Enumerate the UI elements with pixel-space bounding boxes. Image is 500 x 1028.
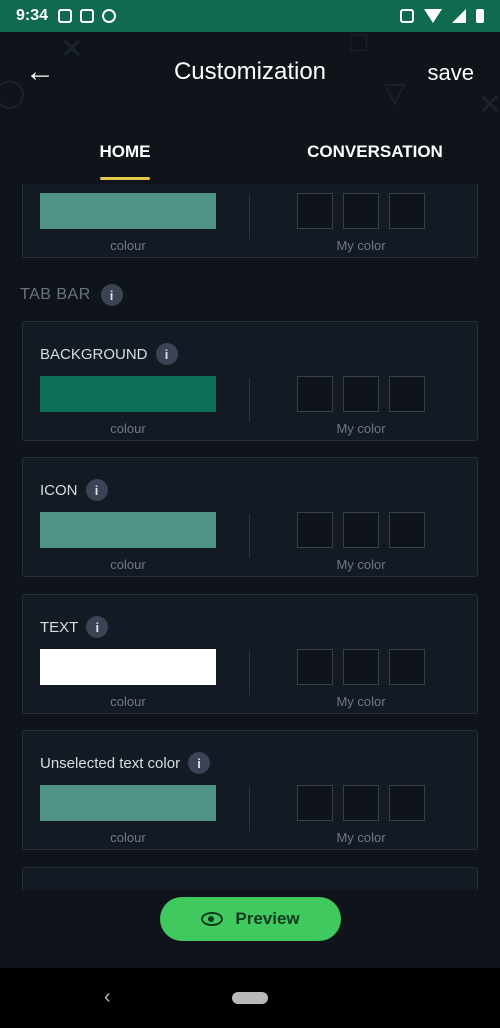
- info-icon[interactable]: i: [86, 616, 109, 638]
- calendar-icon: [80, 9, 95, 23]
- colour-swatch[interactable]: [40, 193, 216, 229]
- decorative-square-icon: □: [350, 32, 367, 57]
- nav-home-button[interactable]: [232, 992, 268, 1004]
- my-color-slot[interactable]: [297, 193, 333, 229]
- colour-caption: colour: [110, 238, 146, 253]
- customization-list[interactable]: colour My color TAB BAR i BACKGROUND i c…: [0, 184, 500, 890]
- card-title: TEXT: [40, 618, 79, 636]
- colour-caption: colour: [110, 421, 146, 436]
- background-color-card: BACKGROUND i colour My color: [22, 321, 478, 441]
- info-icon[interactable]: i: [100, 284, 123, 306]
- preview-label: Preview: [235, 909, 300, 928]
- battery-icon: [476, 9, 484, 23]
- decorative-shape-icon: ✕: [478, 89, 500, 118]
- my-color-swatches: [297, 193, 425, 229]
- section-heading-tab-bar: TAB BAR i: [20, 284, 123, 306]
- my-color-slot[interactable]: [343, 512, 379, 548]
- card-title: Unselected text color: [40, 754, 181, 772]
- my-color-slot[interactable]: [343, 649, 379, 685]
- section-title: TAB BAR: [20, 286, 91, 303]
- my-color-caption: My color: [336, 694, 386, 709]
- my-color-slot[interactable]: [297, 785, 333, 821]
- my-color-swatches: [297, 649, 425, 685]
- my-color-slot[interactable]: [297, 376, 333, 412]
- color-setting-card: [22, 867, 478, 890]
- divider: [249, 651, 250, 695]
- my-color-swatches: [297, 376, 425, 412]
- divider: [249, 514, 250, 558]
- system-nav-bar: ‹: [0, 968, 500, 1028]
- my-color-slot[interactable]: [343, 785, 379, 821]
- app-bar: ✕ ◯ □ ▽ ✕ ← Customization save: [0, 32, 500, 118]
- info-icon[interactable]: i: [85, 479, 108, 501]
- divider: [249, 195, 250, 239]
- tab-conversation[interactable]: CONVERSATION: [250, 118, 500, 184]
- vibrate-icon: [400, 9, 414, 23]
- eye-icon: [201, 912, 224, 926]
- icon-color-card: ICON i colour My color: [22, 457, 478, 577]
- my-color-slot[interactable]: [343, 193, 379, 229]
- card-title: ICON: [40, 481, 78, 499]
- my-color-caption: My color: [336, 421, 386, 436]
- my-color-slot[interactable]: [389, 376, 425, 412]
- divider: [249, 378, 250, 422]
- tab-bar: HOME CONVERSATION: [0, 118, 500, 184]
- info-icon[interactable]: i: [155, 343, 178, 365]
- nav-back-button[interactable]: ‹: [104, 986, 111, 1009]
- colour-caption: colour: [110, 694, 146, 709]
- my-color-slot[interactable]: [389, 193, 425, 229]
- card-label: TEXT i: [40, 616, 109, 638]
- my-color-swatches: [297, 785, 425, 821]
- colour-caption: colour: [110, 557, 146, 572]
- page-title: Customization: [173, 58, 327, 85]
- status-bar: 9:34: [0, 0, 500, 32]
- unselected-text-color-card: Unselected text color i colour My color: [22, 730, 478, 850]
- data-saver-icon: [102, 9, 117, 23]
- my-color-slot[interactable]: [343, 376, 379, 412]
- preview-button[interactable]: Preview: [160, 897, 341, 941]
- info-icon[interactable]: i: [188, 752, 211, 774]
- my-color-slot[interactable]: [297, 649, 333, 685]
- colour-swatch[interactable]: [40, 785, 216, 821]
- colour-swatch[interactable]: [40, 512, 216, 548]
- my-color-caption: My color: [336, 830, 386, 845]
- my-color-slot[interactable]: [389, 785, 425, 821]
- wifi-icon: [424, 9, 442, 23]
- card-title: BACKGROUND: [40, 345, 148, 363]
- my-color-caption: My color: [336, 238, 386, 253]
- save-button[interactable]: save: [428, 60, 474, 86]
- colour-swatch[interactable]: [40, 376, 216, 412]
- card-label: BACKGROUND i: [40, 343, 178, 365]
- status-time: 9:34: [16, 7, 49, 24]
- divider: [249, 787, 250, 831]
- colour-caption: colour: [110, 830, 146, 845]
- text-color-card: TEXT i colour My color: [22, 594, 478, 714]
- tab-home[interactable]: HOME: [0, 118, 250, 184]
- signal-icon: [452, 9, 466, 23]
- my-color-swatches: [297, 512, 425, 548]
- my-color-slot[interactable]: [389, 649, 425, 685]
- card-label: ICON i: [40, 479, 108, 501]
- message-icon: [58, 9, 73, 23]
- color-setting-card: colour My color: [22, 184, 478, 258]
- my-color-slot[interactable]: [389, 512, 425, 548]
- my-color-caption: My color: [336, 557, 386, 572]
- colour-swatch[interactable]: [40, 649, 216, 685]
- card-label: Unselected text color i: [40, 752, 211, 774]
- my-color-slot[interactable]: [297, 512, 333, 548]
